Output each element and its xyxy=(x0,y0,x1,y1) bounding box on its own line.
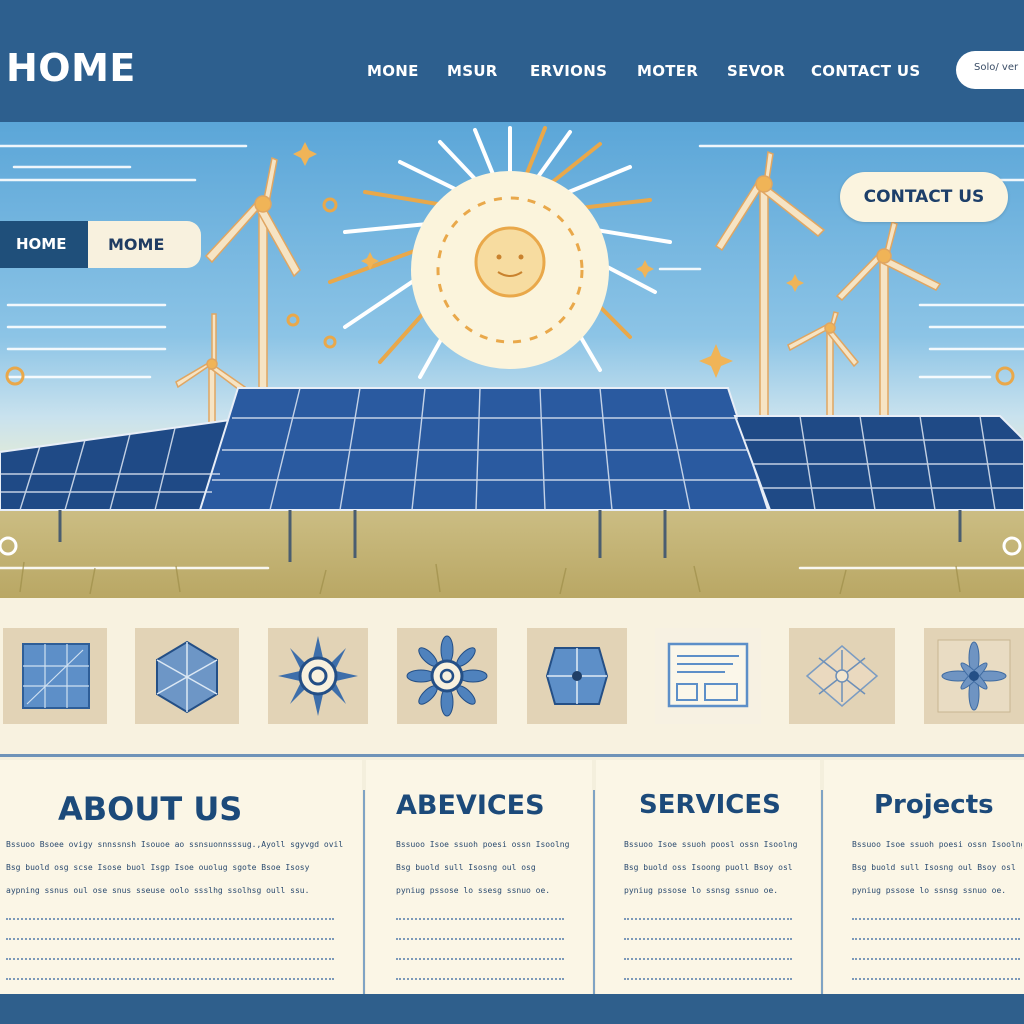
placeholder-line xyxy=(6,978,334,980)
feature-tile-star[interactable] xyxy=(924,628,1024,724)
placeholder-line xyxy=(6,938,334,940)
projects-text-line: Bssuoo Isoe ssuoh poesi ossn Isoolng xyxy=(852,840,1022,849)
solar-grid-icon xyxy=(22,643,90,709)
placeholder-line xyxy=(6,958,334,960)
feature-tile-compass[interactable] xyxy=(789,628,895,724)
sun-icon xyxy=(411,171,609,369)
star-icon xyxy=(937,639,1011,713)
abevices-text-line: Bssuoo Isoe ssuoh poesi ossn Isoolng xyxy=(396,840,570,849)
footer-bar xyxy=(0,994,1024,1024)
site-logo[interactable]: HOME xyxy=(6,46,136,90)
search-input[interactable]: Solo/ ver xyxy=(956,51,1024,89)
placeholder-line xyxy=(624,958,792,960)
about-us-text-line: Bsg buold osg scse Isose buol Isgp Isoe … xyxy=(6,863,310,872)
column-divider xyxy=(821,790,823,996)
placeholder-line xyxy=(624,918,792,920)
services-text-line: Bssuoo Isoe ssuoh poosl ossn Isoolng xyxy=(624,840,798,849)
placeholder-line xyxy=(624,978,792,980)
placeholder-line xyxy=(396,938,564,940)
placeholder-line xyxy=(6,918,334,920)
document-icon xyxy=(667,642,749,708)
nav-item-mone[interactable]: MONE xyxy=(367,62,419,80)
abevices-text-line: Bsg buold sull Isosng oul osg xyxy=(396,863,536,872)
contact-us-button[interactable]: CONTACT US xyxy=(840,172,1008,222)
breadcrumb-current: MOME xyxy=(108,235,165,254)
projects-heading: Projects xyxy=(874,790,994,820)
column-divider xyxy=(593,790,595,996)
placeholder-line xyxy=(396,918,564,920)
nav-item-sevor[interactable]: SEVOR xyxy=(727,62,785,80)
top-navigation-bar xyxy=(0,0,1024,122)
about-us-heading: ABOUT US xyxy=(58,790,243,828)
about-us-text-line: aypning ssnus oul ose snus sseuse oolo s… xyxy=(6,886,310,895)
nav-item-ervions[interactable]: ERVIONS xyxy=(530,62,607,80)
abevices-heading: ABEVICES xyxy=(396,790,545,821)
feature-tile-hexagon[interactable] xyxy=(135,628,239,724)
sun-icon xyxy=(278,636,358,716)
panel-joint-icon xyxy=(545,647,609,705)
placeholder-line xyxy=(852,958,1020,960)
placeholder-line xyxy=(852,938,1020,940)
placeholder-line xyxy=(852,978,1020,980)
nav-item-msur[interactable]: MSUR xyxy=(447,62,498,80)
feature-tile-sunflower[interactable] xyxy=(397,628,497,724)
placeholder-line xyxy=(852,918,1020,920)
column-divider xyxy=(363,790,365,996)
compass-icon xyxy=(805,645,879,707)
hexagon-icon xyxy=(156,640,218,714)
sunflower-icon xyxy=(406,635,488,717)
services-text-line: pyniug pssose lo ssnsg ssnuo oe. xyxy=(624,886,779,895)
breadcrumb-home[interactable]: HOME xyxy=(0,221,88,268)
placeholder-line xyxy=(624,938,792,940)
placeholder-line xyxy=(396,958,564,960)
projects-text-line: pyniug pssose lo ssnsg ssnuo oe. xyxy=(852,886,1007,895)
services-heading: SERVICES xyxy=(639,790,781,820)
about-us-text-line: Bssuoo Bsoee ovigy snnssnsh Isouoe ao ss… xyxy=(6,840,344,849)
feature-tile-panel-joint[interactable] xyxy=(527,628,627,724)
services-text-line: Bsg buold oss Isoong puoll Bsoy osl xyxy=(624,863,793,872)
placeholder-line xyxy=(396,978,564,980)
feature-tile-solar-grid[interactable] xyxy=(3,628,107,724)
solar-panel-array xyxy=(0,387,1024,562)
projects-text-line: Bsg buold sull Isosng oul Bsoy osl xyxy=(852,863,1016,872)
nav-item-moter[interactable]: MOTER xyxy=(637,62,698,80)
breadcrumb: HOME MOME xyxy=(0,221,201,268)
feature-tile-sun[interactable] xyxy=(268,628,368,724)
abevices-text-line: pyniug pssose lo ssesg ssnuo oe. xyxy=(396,886,551,895)
nav-item-contact-us[interactable]: CONTACT US xyxy=(811,62,920,80)
feature-tile-document[interactable] xyxy=(655,628,761,724)
